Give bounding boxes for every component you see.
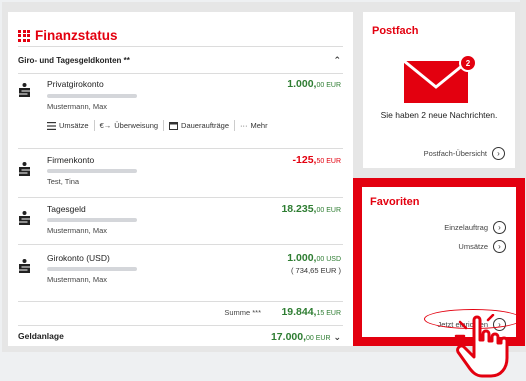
grid-icon <box>18 29 30 42</box>
geldanlage-value: 17.000,00 EUR ⌄ <box>270 331 341 343</box>
ueberweisung-button[interactable]: €→ Überweisung <box>95 121 163 130</box>
account-balance-converted: ( 734,65 EUR ) <box>290 266 341 275</box>
chevron-right-icon: › <box>492 147 505 160</box>
mehr-button[interactable]: ··· Mehr <box>235 121 273 130</box>
unread-count-badge: 2 <box>459 54 477 72</box>
geldanlage-label: Geldanlage <box>18 331 64 341</box>
more-dots-icon: ··· <box>240 121 248 130</box>
finanzstatus-title: Finanzstatus <box>35 28 118 43</box>
chevron-right-icon: › <box>493 221 506 234</box>
account-row[interactable]: Firmenkonto -125,50 EUR Test, Tina <box>8 149 353 197</box>
hand-cursor-icon <box>454 314 509 378</box>
account-name[interactable]: Girokonto (USD) <box>47 253 110 263</box>
account-owner: Mustermann, Max <box>47 275 108 284</box>
account-row[interactable]: Girokonto (USD) 1.000,00 USD ( 734,65 EU… <box>8 245 353 301</box>
account-row[interactable]: Tagesgeld 18.235,00 EUR Mustermann, Max <box>8 198 353 244</box>
dauerauftraege-button[interactable]: Daueraufträge <box>164 121 234 130</box>
sparkasse-icon <box>19 259 30 273</box>
account-iban-redacted <box>47 218 137 222</box>
summe-value: 19.844,15 EUR <box>281 306 341 318</box>
favorite-link-umsaetze[interactable]: Umsätze › <box>458 240 506 253</box>
account-balance: -125,50 EUR <box>292 154 341 166</box>
list-icon <box>47 121 56 130</box>
account-balance: 1.000,00 USD <box>287 252 341 264</box>
account-balance: 18.235,00 EUR <box>281 203 341 215</box>
envelope-icon[interactable] <box>404 61 468 103</box>
chevron-up-icon[interactable]: ⌃ <box>333 55 341 66</box>
umsaetze-button[interactable]: Umsätze <box>47 121 94 130</box>
account-iban-redacted <box>47 267 137 271</box>
account-owner: Mustermann, Max <box>47 102 108 111</box>
account-owner: Mustermann, Max <box>47 226 108 235</box>
divider <box>18 325 343 326</box>
favoriten-title: Favoriten <box>370 196 420 208</box>
divider <box>18 301 343 302</box>
account-iban-redacted <box>47 169 137 173</box>
account-row[interactable]: Privatgirokonto 1.000,00 EUR Mustermann,… <box>8 74 353 148</box>
postfach-card: Postfach 2 Sie haben 2 neue Nachrichten.… <box>363 12 515 168</box>
section-giro-header[interactable]: Giro- und Tagesgeldkonten ** ⌃ <box>8 47 353 73</box>
account-balance: 1.000,00 EUR <box>287 78 341 90</box>
sparkasse-icon <box>19 83 30 97</box>
section-giro-label: Giro- und Tagesgeldkonten ** <box>18 55 130 65</box>
account-owner: Test, Tina <box>47 177 80 186</box>
account-actions: Umsätze €→ Überweisung Daueraufträge ···… <box>47 120 273 131</box>
transfer-icon: €→ <box>99 121 112 130</box>
sparkasse-icon <box>19 162 30 176</box>
finanzstatus-header: Finanzstatus <box>8 12 353 46</box>
sparkasse-icon <box>19 211 30 225</box>
account-name[interactable]: Firmenkonto <box>47 155 94 165</box>
favorite-link-einzelauftrag[interactable]: Einzelauftrag › <box>444 221 506 234</box>
account-iban-redacted <box>47 94 137 98</box>
postfach-overview-link[interactable]: Postfach-Übersicht › <box>424 147 505 160</box>
postfach-title: Postfach <box>372 25 419 37</box>
section-geldanlage-header[interactable]: Geldanlage 17.000,00 EUR ⌄ <box>8 331 353 346</box>
chevron-right-icon: › <box>493 240 506 253</box>
chevron-down-icon[interactable]: ⌄ <box>333 332 341 342</box>
summe-label: Summe *** <box>224 308 261 317</box>
account-name[interactable]: Tagesgeld <box>47 204 86 214</box>
finanzstatus-card: Finanzstatus Giro- und Tagesgeldkonten *… <box>8 12 353 346</box>
account-name[interactable]: Privatgirokonto <box>47 79 104 89</box>
calendar-icon <box>169 122 179 130</box>
postfach-message: Sie haben 2 neue Nachrichten. <box>380 110 498 120</box>
